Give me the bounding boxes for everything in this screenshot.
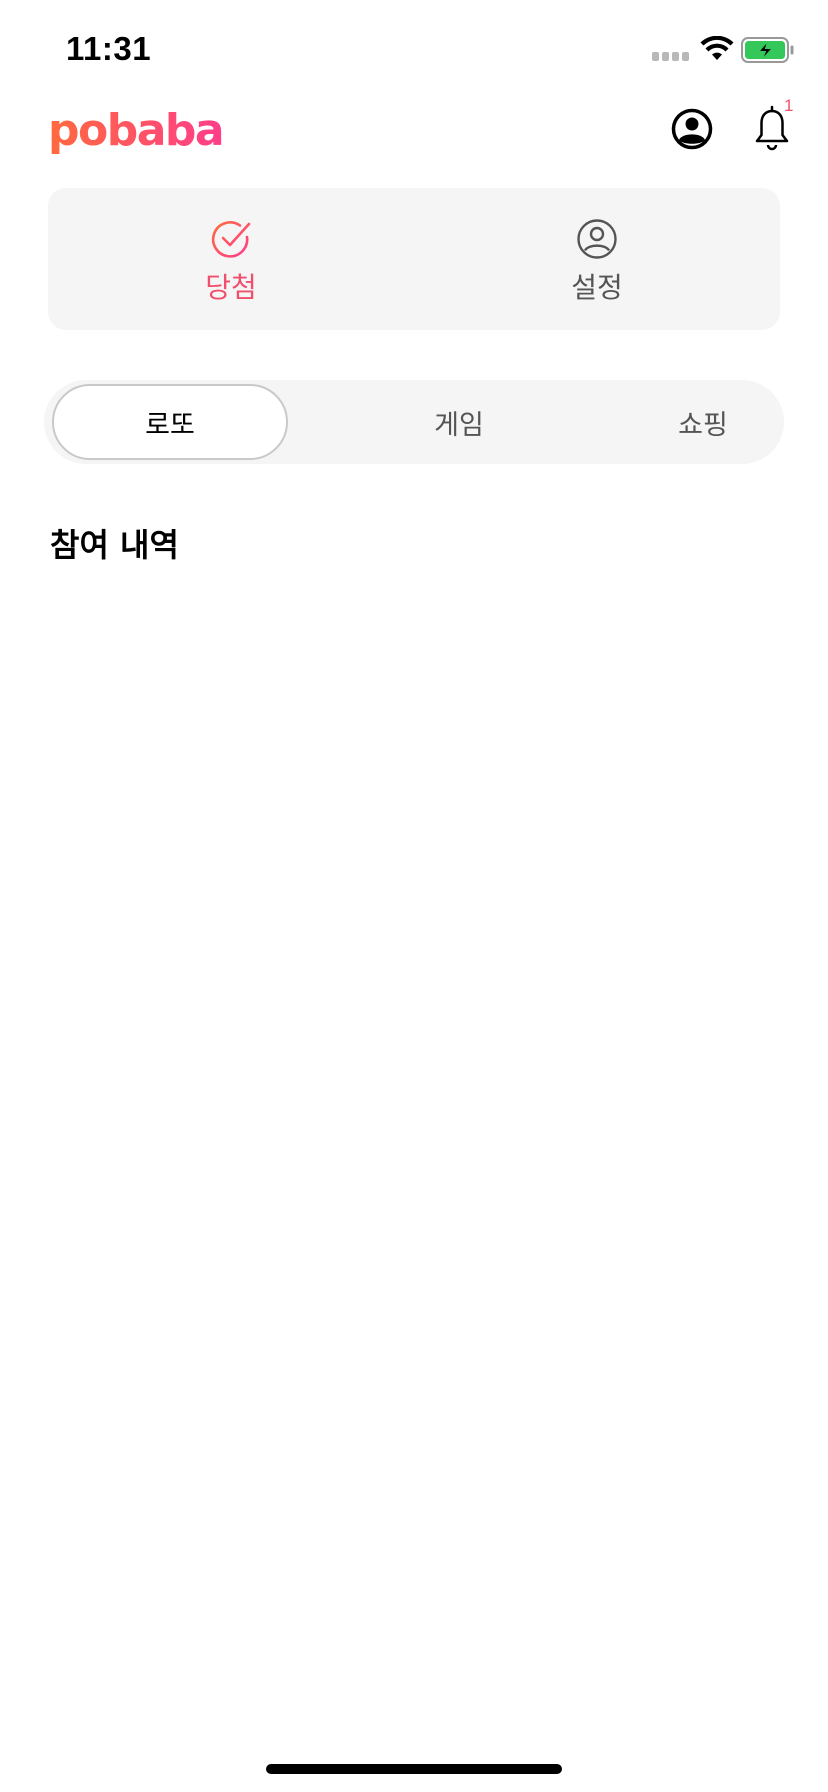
tab-shopping[interactable]: 쇼핑: [580, 384, 826, 460]
status-time: 11:31: [66, 30, 152, 67]
quick-menu-card: 당첨 설정: [48, 188, 780, 330]
cellular-signal-icon: [652, 52, 690, 62]
menu-item-win-label: 당첨: [205, 271, 257, 304]
wifi-icon: [700, 36, 734, 60]
notification-count-badge: 1: [784, 96, 794, 115]
profile-icon[interactable]: [670, 107, 714, 151]
tab-game[interactable]: 게임: [336, 384, 582, 460]
section-title: 참여 내역: [50, 526, 179, 564]
category-tabs: 로또 게임 쇼핑: [44, 380, 784, 464]
status-bar: 11:31: [0, 0, 828, 100]
menu-item-settings-label: 설정: [571, 271, 623, 304]
pobaba-logo[interactable]: pobaba: [48, 105, 238, 165]
svg-text:pobaba: pobaba: [48, 105, 223, 156]
home-indicator[interactable]: [266, 1764, 562, 1774]
tab-lotto[interactable]: 로또: [52, 384, 288, 460]
battery-charging-icon: [741, 37, 794, 63]
check-circle-icon: [211, 221, 251, 258]
user-circle-icon: [577, 219, 617, 259]
menu-item-win[interactable]: 당첨: [48, 188, 414, 330]
app-header: pobaba: [0, 100, 828, 180]
menu-item-settings[interactable]: 설정: [414, 188, 780, 330]
